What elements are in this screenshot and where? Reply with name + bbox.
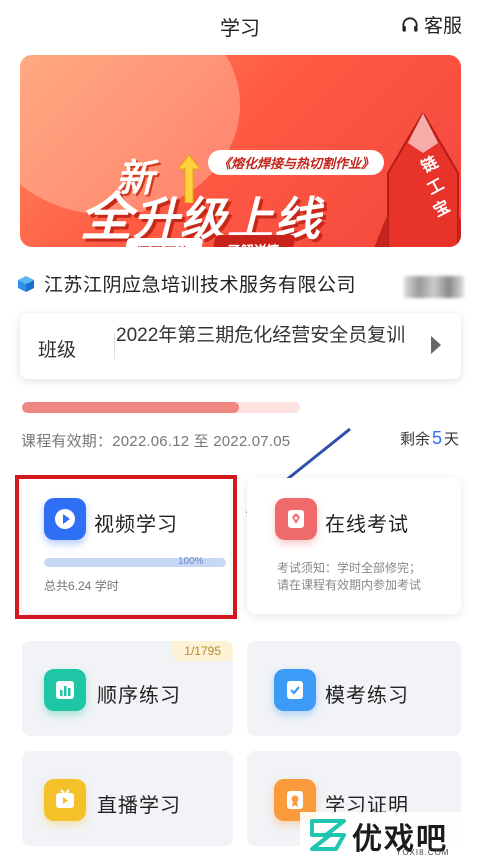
banner-detail-button[interactable]: 了解详情 [210, 235, 296, 247]
exam-notice-line-1: 考试须知：学时全部修完； [277, 561, 422, 575]
class-label: 班级 [38, 340, 77, 361]
banner-image-button[interactable]: 猛戳图片 [122, 238, 204, 247]
remaining-unit: 天 [443, 431, 459, 448]
blurred-content [404, 276, 464, 298]
bar-chart-icon [44, 669, 86, 711]
online-exam-card[interactable]: 在线考试 考试须知：学时全部修完； 请在课程有效期内参加考试 [247, 478, 461, 614]
site-watermark: 优戏吧 YOXI8.COM [300, 812, 480, 859]
remaining-days: 剩余 5 天 [400, 428, 459, 449]
sequence-progress-badge: 1/1795 [172, 641, 233, 661]
course-progress-bar [22, 402, 300, 413]
chevron-right-icon [431, 336, 441, 354]
class-selector[interactable]: 班级 2022年第三期危化经营安全员复训 [20, 313, 461, 379]
remaining-days-number: 5 [431, 428, 442, 448]
headset-icon [402, 16, 418, 32]
promo-banner[interactable]: 《熔化焊接与热切割作业》 新 全升级上线 猛戳图片 了解详情 链 工 宝 [20, 55, 461, 247]
rocket-icon: 链 工 宝 [374, 113, 461, 247]
class-value: 2022年第三期危化经营安全员复训 [116, 325, 406, 346]
cube-icon [18, 275, 34, 292]
exam-notice: 考试须知：学时全部修完； 请在课程有效期内参加考试 [277, 560, 457, 594]
exam-notice-line-2: 请在课程有效期内参加考试 [277, 578, 422, 592]
live-study-card[interactable]: 直播学习 [22, 751, 233, 846]
course-progress-fill [22, 402, 239, 413]
up-arrow-icon [178, 155, 200, 203]
company-row: 江苏江阴应急培训技术服务有限公司 [18, 270, 356, 297]
top-bar: 学习 客服 [0, 0, 480, 48]
checklist-icon [274, 669, 316, 711]
watermark-logo-icon [310, 819, 346, 851]
customer-service-label: 客服 [423, 16, 462, 37]
sequence-practice-card[interactable]: 1/1795 顺序练习 [22, 641, 233, 736]
customer-service-button[interactable]: 客服 [400, 11, 462, 38]
online-exam-title: 在线考试 [325, 514, 409, 536]
mock-exam-card[interactable]: 模考练习 [247, 641, 461, 736]
class-divider [114, 333, 115, 359]
company-name: 江苏江阴应急培训技术服务有限公司 [44, 275, 357, 296]
sequence-practice-title: 顺序练习 [97, 685, 181, 707]
banner-subtitle: 《熔化焊接与热切割作业》 [208, 150, 385, 175]
mock-exam-title: 模考练习 [325, 685, 409, 707]
live-tv-icon [44, 779, 86, 821]
remaining-prefix: 剩余 [399, 431, 430, 448]
watermark-url: YOXI8.COM [396, 848, 450, 857]
highlight-frame [15, 475, 237, 619]
banner-headline-all: 全 [80, 189, 134, 247]
live-study-title: 直播学习 [97, 795, 181, 817]
exam-pen-icon [275, 498, 317, 540]
